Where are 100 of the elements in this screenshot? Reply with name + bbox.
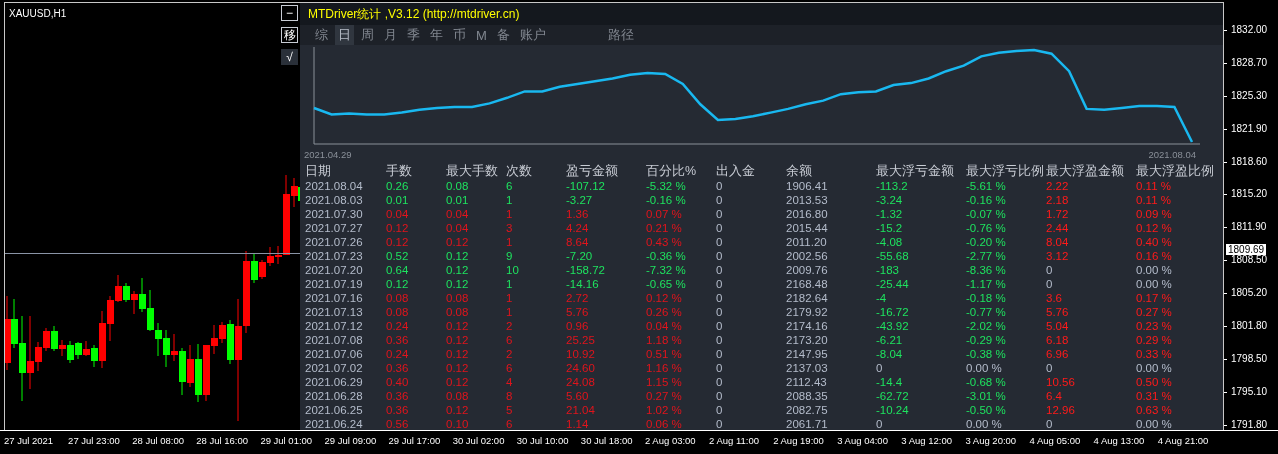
period-tab[interactable]: 季 xyxy=(404,25,423,45)
table-cell-text: 2.44 xyxy=(1046,221,1070,235)
table-cell-text: 0.12 xyxy=(386,235,410,249)
table-cell-text: -6.21 xyxy=(876,333,904,347)
table-cell-text: -0.29 % xyxy=(966,333,1007,347)
table-cell-text: 0.12 xyxy=(446,361,470,375)
period-tab[interactable]: 日 xyxy=(335,25,354,45)
table-cell-text: 0 xyxy=(716,375,724,389)
table-cell-text: 0.00 % xyxy=(966,361,1003,375)
path-tab[interactable]: 路径 xyxy=(604,25,637,45)
table-cell-text: -183 xyxy=(876,263,901,277)
table-cell-text: 2.22 xyxy=(1046,179,1070,193)
table-cell-text: 0 xyxy=(716,221,724,235)
period-tab[interactable]: 年 xyxy=(427,25,446,45)
price-label: 1821.90 xyxy=(1231,122,1268,135)
table-cell-text: 6 xyxy=(506,179,514,193)
table-cell-text: 2021.07.02 xyxy=(305,361,364,375)
time-label: 3 Aug 04:00 xyxy=(837,435,888,446)
table-cell-text: 3.12 xyxy=(1046,249,1070,263)
period-tab[interactable]: 综 xyxy=(312,25,331,45)
table-cell-text: 0 xyxy=(876,361,884,375)
price-label: 1808.50 xyxy=(1231,254,1268,267)
table-cell-text: 2002.56 xyxy=(786,249,829,263)
table-cell-text: 0.08 xyxy=(446,305,470,319)
table-cell-text: -62.72 xyxy=(876,389,910,403)
table-cell-text: 0 xyxy=(1046,263,1054,277)
table-cell-text: 2147.95 xyxy=(786,347,829,361)
table-cell-text: 8.04 xyxy=(1046,235,1070,249)
price-label: 1811.90 xyxy=(1231,221,1267,234)
table-cell-text: 0.11 % xyxy=(1136,179,1172,193)
table-cell-text: -55.68 xyxy=(876,249,910,263)
side-button[interactable]: √ xyxy=(281,49,298,65)
table-cell-text: 0 xyxy=(716,305,724,319)
table-cell-text: -0.76 % xyxy=(966,221,1007,235)
period-tab[interactable]: 备 xyxy=(493,25,513,45)
column-header: 次数 xyxy=(506,163,533,179)
column-header: 最大手数 xyxy=(446,163,499,179)
period-tab[interactable]: 周 xyxy=(358,25,377,45)
table-cell-text: 6.18 xyxy=(1046,333,1070,347)
table-cell-text: 0.08 xyxy=(446,179,470,193)
time-label: 4 Aug 21:00 xyxy=(1157,435,1209,446)
table-cell-text: 2021.07.20 xyxy=(305,263,364,277)
panel-title: MTDriver统计 ,V3.12 (http://mtdriver.cn) xyxy=(300,3,1223,25)
table-cell-text: -25.44 xyxy=(876,277,910,291)
time-label: 28 Jul 16:00 xyxy=(196,435,249,446)
table-cell-text: 0.00 % xyxy=(1136,277,1173,291)
table-cell-text: 1.72 xyxy=(1046,207,1070,221)
table-cell-text: 0.31 % xyxy=(1136,389,1173,403)
table-cell-text: -5.32 % xyxy=(646,179,687,193)
side-button[interactable]: − xyxy=(281,5,298,21)
table-cell-text: 5.04 xyxy=(1046,319,1070,333)
period-tab[interactable]: 币 xyxy=(450,25,469,45)
table-cell-text: 0.06 % xyxy=(646,417,683,431)
start-date-label: 2021.04.29 xyxy=(304,149,352,160)
table-cell-text: 1 xyxy=(506,235,514,249)
table-cell-text: 0.12 xyxy=(446,277,470,291)
table-cell-text: 0.51 % xyxy=(646,347,683,361)
table-cell-text: 25.25 xyxy=(566,333,596,347)
table-cell-text: 0 xyxy=(716,277,724,291)
table-cell-text: -2.77 % xyxy=(966,249,1007,263)
time-label: 28 Jul 08:00 xyxy=(132,435,184,446)
table-cell-text: 0.04 xyxy=(446,207,470,221)
table-cell-text: -1.17 % xyxy=(966,277,1007,291)
table-cell-text: 2021.06.24 xyxy=(305,417,364,431)
table-cell-text: 2021.08.03 xyxy=(305,193,364,207)
time-label: 29 Jul 01:00 xyxy=(260,435,313,446)
table-cell-text: 6 xyxy=(506,417,514,431)
table-cell-text: 0 xyxy=(1046,417,1054,431)
table-cell-text: 0 xyxy=(716,291,724,305)
side-button[interactable]: 移 xyxy=(281,27,298,43)
table-cell-text: 0 xyxy=(716,333,724,347)
table-cell-text: 0.08 xyxy=(386,305,410,319)
table-cell-text: 0.12 xyxy=(446,347,470,361)
table-cell-text: -3.24 xyxy=(876,193,904,207)
table-cell-text: 0 xyxy=(716,389,724,403)
table-cell-text: 1 xyxy=(506,277,514,291)
period-tab[interactable]: 账户 xyxy=(516,25,549,45)
table-cell-text: 0.26 % xyxy=(646,305,683,319)
price-label: 1828.70 xyxy=(1231,56,1268,69)
table-cell-text: 0.43 % xyxy=(646,235,683,249)
table-cell-text: -0.77 % xyxy=(966,305,1007,319)
table-cell-text: 0 xyxy=(716,193,724,207)
period-tab[interactable]: M xyxy=(473,26,490,44)
period-tab[interactable]: 月 xyxy=(381,25,400,45)
table-cell-text: 3 xyxy=(506,221,514,235)
table-cell-text: 0 xyxy=(716,235,724,249)
table-cell-text: 2021.07.13 xyxy=(305,305,364,319)
table-cell-text: -0.50 % xyxy=(966,403,1007,417)
table-cell-text: 2173.20 xyxy=(786,333,829,347)
table-cell-text: -8.36 % xyxy=(966,263,1007,277)
price-label: 1795.10 xyxy=(1231,385,1268,398)
table-cell-text: 5.76 xyxy=(1046,305,1070,319)
table-cell-text: 0 xyxy=(716,179,724,193)
table-cell-text: 2021.07.19 xyxy=(305,277,364,291)
table-cell-text: 0.27 % xyxy=(646,389,683,403)
table-cell-text: 0.26 xyxy=(386,179,410,193)
table-cell-text: 0.04 xyxy=(446,221,470,235)
table-cell-text: 2021.07.27 xyxy=(305,221,364,235)
table-cell-text: 1906.41 xyxy=(786,179,829,193)
table-cell-text: 0.12 xyxy=(446,263,470,277)
